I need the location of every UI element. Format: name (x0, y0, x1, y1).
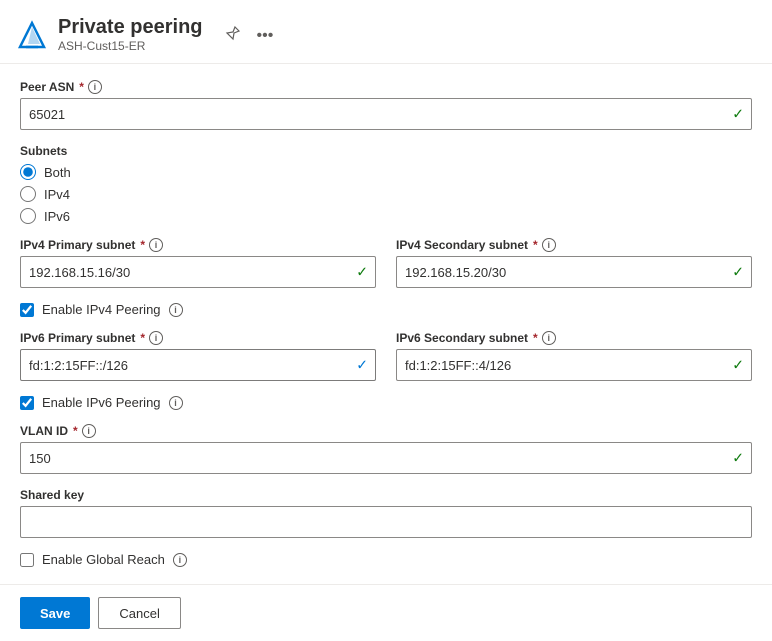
ipv6-secondary-group: IPv6 Secondary subnet * i ✓ (396, 331, 752, 381)
ipv4-secondary-info-icon[interactable]: i (542, 238, 556, 252)
subnets-label: Subnets (20, 144, 752, 158)
ipv4-secondary-input-wrapper: ✓ (396, 256, 752, 288)
ipv6-primary-input[interactable] (20, 349, 376, 381)
ipv4-primary-label: IPv4 Primary subnet * i (20, 238, 376, 252)
subnet-both-radio[interactable] (20, 164, 36, 180)
peer-asn-check-icon: ✓ (732, 106, 744, 123)
peer-asn-group: Peer ASN * i ✓ (20, 80, 752, 130)
ipv4-primary-input-wrapper: ✓ (20, 256, 376, 288)
form-content: Peer ASN * i ✓ Subnets Both IPv4 (0, 64, 772, 584)
vlan-id-info-icon[interactable]: i (82, 424, 96, 438)
ipv4-primary-input[interactable] (20, 256, 376, 288)
subnet-ipv4-option[interactable]: IPv4 (20, 186, 752, 202)
ipv4-primary-group: IPv4 Primary subnet * i ✓ (20, 238, 376, 288)
subnet-both-label: Both (44, 165, 71, 180)
ipv4-primary-check-icon: ✓ (356, 264, 368, 281)
enable-global-reach-info-icon[interactable]: i (173, 553, 187, 567)
vlan-id-check-icon: ✓ (732, 450, 744, 467)
ipv6-secondary-label: IPv6 Secondary subnet * i (396, 331, 752, 345)
ipv4-primary-info-icon[interactable]: i (149, 238, 163, 252)
subnet-ipv4-radio[interactable] (20, 186, 36, 202)
enable-ipv4-peering-label: Enable IPv4 Peering (42, 302, 161, 317)
shared-key-label: Shared key (20, 488, 752, 502)
enable-ipv4-peering-row: Enable IPv4 Peering i (20, 302, 752, 317)
ipv6-subnets-row: IPv6 Primary subnet * i ✓ IPv6 Secondary… (20, 331, 752, 381)
ipv6-primary-check-icon: ✓ (356, 357, 368, 374)
pin-button[interactable] (221, 23, 245, 48)
subnet-ipv6-option[interactable]: IPv6 (20, 208, 752, 224)
peer-asn-input[interactable] (20, 98, 752, 130)
ipv6-secondary-info-icon[interactable]: i (542, 331, 556, 345)
page-subtitle: ASH-Cust15-ER (58, 39, 203, 53)
ipv6-secondary-input[interactable] (396, 349, 752, 381)
enable-global-reach-label: Enable Global Reach (42, 552, 165, 567)
vlan-id-group: VLAN ID * i ✓ (20, 424, 752, 474)
enable-ipv6-peering-label: Enable IPv6 Peering (42, 395, 161, 410)
enable-ipv6-peering-row: Enable IPv6 Peering i (20, 395, 752, 410)
azure-logo-icon (16, 19, 48, 51)
header-text: Private peering ASH-Cust15-ER (58, 16, 203, 53)
ipv4-secondary-group: IPv4 Secondary subnet * i ✓ (396, 238, 752, 288)
vlan-id-input-wrapper: ✓ (20, 442, 752, 474)
vlan-id-label: VLAN ID * i (20, 424, 752, 438)
ipv6-primary-label: IPv6 Primary subnet * i (20, 331, 376, 345)
enable-ipv6-peering-checkbox[interactable] (20, 396, 34, 410)
ipv6-secondary-input-wrapper: ✓ (396, 349, 752, 381)
enable-ipv4-peering-checkbox[interactable] (20, 303, 34, 317)
form-footer: Save Cancel (0, 584, 772, 641)
header-actions: ••• (221, 23, 278, 48)
shared-key-group: Shared key (20, 488, 752, 538)
ipv4-subnets-row: IPv4 Primary subnet * i ✓ IPv4 Secondary… (20, 238, 752, 288)
page-title: Private peering (58, 16, 203, 39)
subnet-radio-group: Both IPv4 IPv6 (20, 164, 752, 224)
save-button[interactable]: Save (20, 597, 90, 629)
subnet-both-option[interactable]: Both (20, 164, 752, 180)
ipv4-secondary-check-icon: ✓ (732, 264, 744, 281)
more-options-button[interactable]: ••• (253, 25, 278, 47)
enable-global-reach-row: Enable Global Reach i (20, 552, 752, 567)
vlan-id-input[interactable] (20, 442, 752, 474)
cancel-button[interactable]: Cancel (98, 597, 180, 629)
enable-ipv4-peering-info-icon[interactable]: i (169, 303, 183, 317)
ipv6-primary-info-icon[interactable]: i (149, 331, 163, 345)
shared-key-input[interactable] (20, 506, 752, 538)
ipv6-secondary-check-icon: ✓ (732, 357, 744, 374)
ipv4-secondary-input[interactable] (396, 256, 752, 288)
subnet-ipv6-radio[interactable] (20, 208, 36, 224)
subnet-ipv4-label: IPv4 (44, 187, 70, 202)
ipv6-primary-group: IPv6 Primary subnet * i ✓ (20, 331, 376, 381)
ipv6-primary-input-wrapper: ✓ (20, 349, 376, 381)
page-header: Private peering ASH-Cust15-ER ••• (0, 0, 772, 64)
enable-ipv6-peering-info-icon[interactable]: i (169, 396, 183, 410)
peer-asn-info-icon[interactable]: i (88, 80, 102, 94)
peer-asn-label: Peer ASN * i (20, 80, 752, 94)
subnet-ipv6-label: IPv6 (44, 209, 70, 224)
shared-key-input-wrapper (20, 506, 752, 538)
peer-asn-input-wrapper: ✓ (20, 98, 752, 130)
subnets-group: Subnets Both IPv4 IPv6 (20, 144, 752, 224)
ipv4-secondary-label: IPv4 Secondary subnet * i (396, 238, 752, 252)
enable-global-reach-checkbox[interactable] (20, 553, 34, 567)
